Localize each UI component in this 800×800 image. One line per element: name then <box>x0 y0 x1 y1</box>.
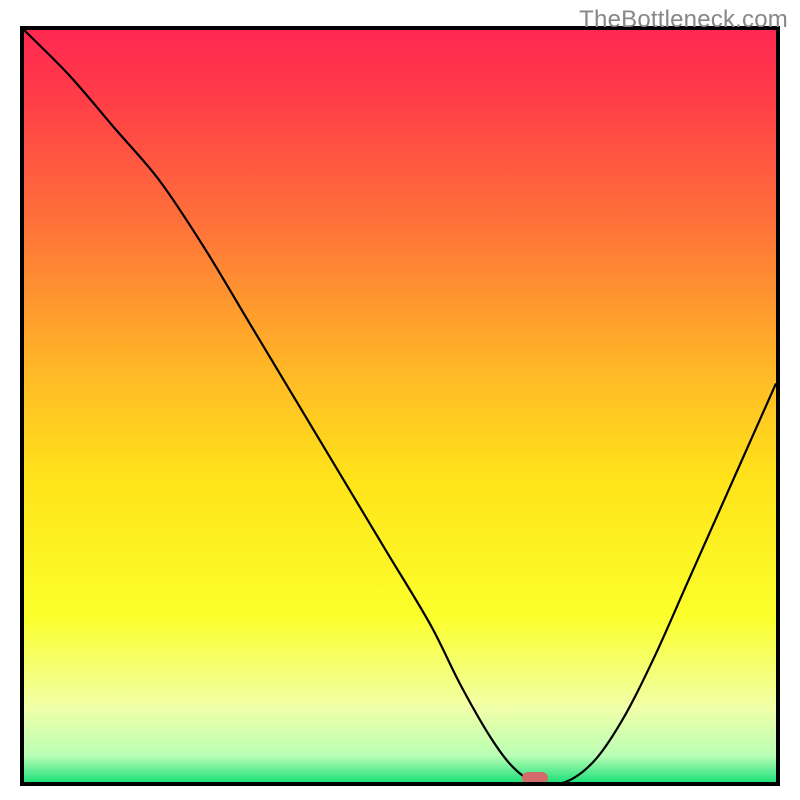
figure-wrapper: TheBottleneck.com <box>0 0 800 800</box>
curve-layer <box>24 30 776 782</box>
bottleneck-curve <box>24 30 776 782</box>
plot-area <box>20 26 780 786</box>
watermark-text: TheBottleneck.com <box>579 6 788 34</box>
optimal-marker <box>522 772 548 784</box>
